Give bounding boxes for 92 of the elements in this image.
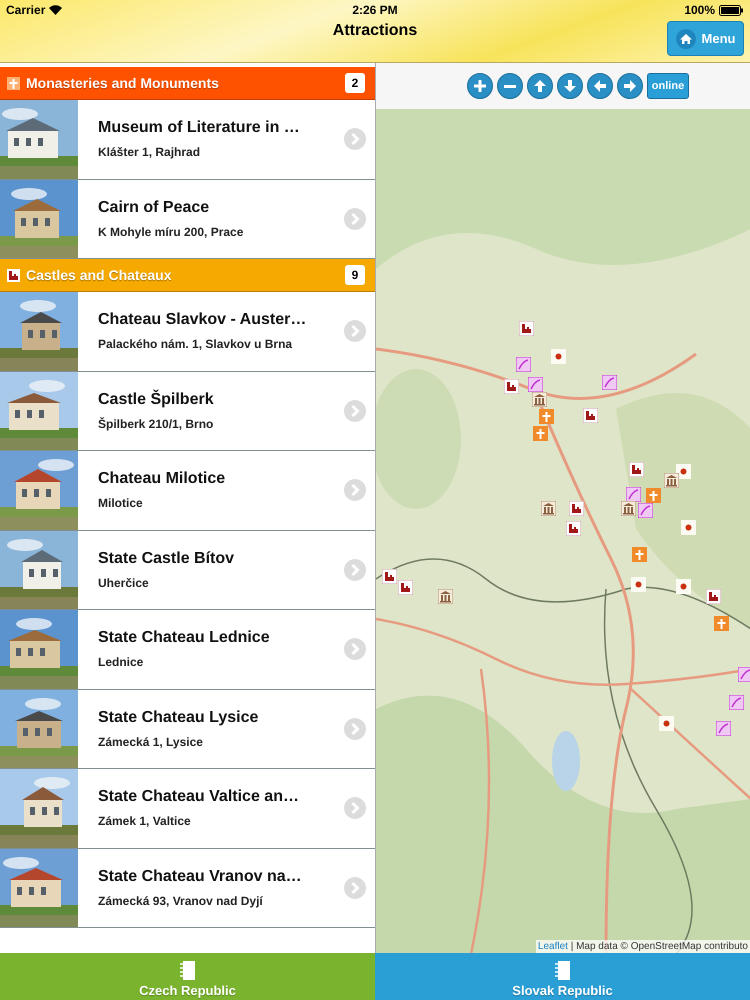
castle-icon[interactable]: [583, 408, 598, 423]
place-address: Zámecká 1, Lysice: [98, 734, 204, 749]
bridge-icon[interactable]: [602, 375, 617, 390]
battery-percent: 100%: [684, 3, 716, 17]
castle-icon[interactable]: [629, 462, 644, 477]
cross-icon[interactable]: [646, 488, 661, 503]
map-attribution: Leaflet | Map data © OpenStreetMap contributo: [536, 940, 750, 953]
pan-right-button[interactable]: [616, 73, 643, 99]
place-row[interactable]: State Chateau Valtice an… Zámek 1, Valtice: [0, 769, 375, 848]
place-address: Zámecká 93, Vranov nad Dyjí: [98, 894, 264, 908]
arrow-up-icon: [534, 80, 546, 92]
place-title: Chateau Slavkov - Auster…: [98, 311, 308, 330]
place-title: State Chateau Lednice: [98, 629, 271, 648]
place-row[interactable]: Chateau Milotice Milotice: [0, 451, 375, 530]
place-address: Klášter 1, Rajhrad: [98, 145, 202, 160]
bridge-icon[interactable]: [729, 695, 744, 710]
place-title: Chateau Milotice: [98, 470, 226, 488]
place-row[interactable]: State Castle Bítov Uherčice: [0, 530, 375, 610]
count-badge: 2: [345, 73, 365, 93]
place-address: Uherčice: [98, 576, 150, 590]
arrow-down-icon: [564, 80, 576, 92]
place-title: State Castle Bítov: [98, 550, 236, 568]
section-title: Monasteries and Monuments: [26, 75, 220, 91]
flower-icon[interactable]: [681, 520, 696, 535]
notebook-icon: [555, 961, 570, 980]
place-title: Cairn of Peace: [98, 198, 210, 217]
zoom-in-button[interactable]: [466, 73, 493, 99]
bridge-icon[interactable]: [528, 377, 543, 392]
place-address: Zámek 1, Valtice: [98, 814, 192, 828]
cross-icon[interactable]: [533, 426, 548, 441]
home-icon: [676, 28, 696, 48]
bridge-icon[interactable]: [516, 357, 531, 372]
screen-title: Attractions: [332, 22, 418, 40]
battery-icon: [719, 4, 744, 16]
cross-icon[interactable]: [632, 547, 647, 562]
place-row[interactable]: Cairn of Peace K Mohyle míru 200, Prace: [0, 180, 375, 259]
castle-icon[interactable]: [566, 521, 581, 536]
castle-icon: [7, 268, 20, 282]
cross-icon[interactable]: [714, 616, 729, 631]
place-title: State Chateau Lysice: [98, 708, 260, 727]
wifi-icon: [49, 5, 62, 15]
place-title: State Chateau Valtice an…: [98, 788, 300, 806]
place-row[interactable]: State Chateau Lednice Lednice: [0, 610, 375, 690]
bridge-icon[interactable]: [716, 721, 731, 736]
place-address: Palackého nám. 1, Slavkov u Brna: [98, 337, 294, 352]
pan-left-button[interactable]: [586, 73, 613, 99]
bridge-icon[interactable]: [626, 487, 641, 502]
minus-icon: [504, 84, 516, 88]
flower-icon[interactable]: [676, 579, 691, 594]
place-row[interactable]: State Chateau Lysice Zámecká 1, Lysice: [0, 690, 375, 769]
notebook-icon: [180, 961, 195, 980]
place-title: Museum of Literature in …: [98, 119, 301, 138]
carrier-label: Carrier: [6, 3, 46, 17]
clock: 2:26 PM: [352, 3, 398, 17]
pan-down-button[interactable]: [556, 73, 583, 99]
columns-icon[interactable]: [664, 473, 679, 488]
flower-icon[interactable]: [631, 577, 646, 592]
castle-icon[interactable]: [569, 501, 584, 516]
place-row[interactable]: Castle Špilberk Špilberk 210/1, Brno: [0, 372, 375, 451]
section-title: Castles and Chateaux: [26, 267, 172, 283]
castle-icon[interactable]: [706, 589, 721, 604]
columns-icon[interactable]: [438, 589, 453, 604]
flower-icon[interactable]: [659, 716, 674, 731]
place-address: Milotice: [98, 496, 144, 510]
flower-icon[interactable]: [676, 464, 691, 479]
columns-icon[interactable]: [621, 501, 636, 516]
castle-icon[interactable]: [504, 379, 519, 394]
place-row[interactable]: State Chateau Vranov na… Zámecká 93, Vranov nad Dyjí: [0, 848, 375, 928]
cross-icon: [7, 76, 20, 90]
cross-icon[interactable]: [539, 409, 554, 424]
place-title: Castle Špilberk: [98, 390, 215, 409]
place-row[interactable]: Chateau Slavkov - Auster… Palackého nám. 1, Slavkov u Brna: [0, 292, 375, 372]
bridge-icon[interactable]: [638, 503, 653, 518]
place-row[interactable]: Museum of Literature in … Klášter 1, Rajhrad: [0, 100, 375, 180]
count-badge: 9: [345, 265, 365, 285]
columns-icon[interactable]: [532, 392, 547, 407]
place-address: K Mohyle míru 200, Prace: [98, 224, 244, 239]
arrow-right-icon: [624, 80, 636, 92]
flower-icon[interactable]: [551, 349, 566, 364]
place-address: Špilberk 210/1, Brno: [98, 416, 214, 431]
plus-icon: [474, 80, 486, 92]
leaflet-link[interactable]: Leaflet: [538, 941, 568, 952]
place-title: State Chateau Vranov na…: [98, 868, 303, 886]
pan-up-button[interactable]: [526, 73, 553, 99]
castle-icon[interactable]: [398, 580, 413, 595]
castle-icon[interactable]: [382, 569, 397, 584]
bridge-icon[interactable]: [738, 667, 750, 682]
zoom-out-button[interactable]: [496, 73, 523, 99]
place-address: Lednice: [98, 655, 144, 670]
arrow-left-icon: [594, 80, 606, 92]
columns-icon[interactable]: [541, 501, 556, 516]
castle-icon[interactable]: [519, 321, 534, 336]
